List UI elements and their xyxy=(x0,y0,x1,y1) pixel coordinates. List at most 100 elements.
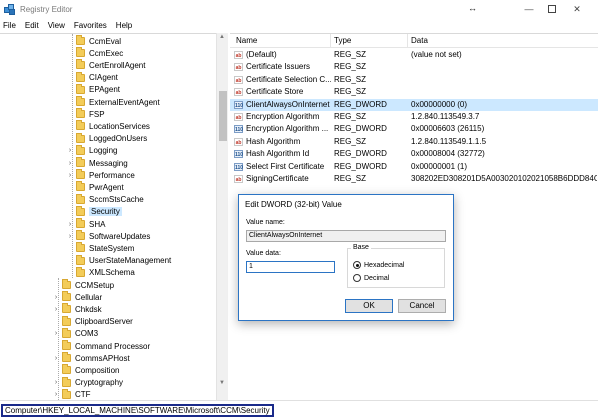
cancel-button[interactable]: Cancel xyxy=(398,299,446,313)
column-divider[interactable] xyxy=(330,34,331,48)
value-row[interactable]: 110 ClientAlwaysOnInternet REG_DWORD 0x0000… xyxy=(230,98,598,111)
tree-item[interactable]: › COM3 xyxy=(52,327,99,340)
tree-item[interactable]: ExternalEventAgent xyxy=(66,96,160,108)
decimal-radio[interactable]: Decimal xyxy=(353,274,389,282)
tree-item[interactable]: StateSystem xyxy=(66,242,134,254)
value-row[interactable]: ab Certificate Selection C... REG_SZ xyxy=(230,74,598,86)
value-row[interactable]: ab SigningCertificate REG_SZ 308202ED308201… xyxy=(230,173,598,185)
ok-button[interactable]: OK xyxy=(345,299,393,313)
expand-chevron-icon[interactable]: › xyxy=(52,306,60,313)
scroll-down-icon[interactable]: ▼ xyxy=(219,380,225,386)
tree-item[interactable]: › Messaging xyxy=(66,157,128,169)
hexadecimal-radio[interactable]: Hexadecimal xyxy=(353,261,404,269)
value-name: Select First Certificate xyxy=(246,161,325,171)
menu-edit[interactable]: Edit xyxy=(25,21,39,30)
tree-item[interactable]: CCMSetup xyxy=(52,279,114,291)
expand-chevron-icon[interactable]: › xyxy=(66,160,74,167)
expand-chevron-icon[interactable]: › xyxy=(52,379,60,386)
tree-item[interactable]: › Chkdsk xyxy=(52,303,102,315)
tree-item[interactable]: ClipboardServer xyxy=(52,315,133,328)
tree-item[interactable]: › Cryptography xyxy=(52,376,123,389)
folder-icon xyxy=(76,144,85,155)
expand-chevron-icon[interactable]: › xyxy=(52,330,60,337)
tree-item[interactable]: FSP xyxy=(66,108,105,120)
menu-favorites[interactable]: Favorites xyxy=(74,21,107,30)
tree-item[interactable]: SccmStsCache xyxy=(66,193,144,206)
tree-item[interactable]: XMLSchema xyxy=(66,266,135,279)
value-row[interactable]: ab Certificate Store REG_SZ xyxy=(230,86,598,98)
column-header-type[interactable]: Type xyxy=(334,36,351,45)
value-type: REG_SZ xyxy=(334,136,367,146)
tree-item[interactable]: › Cellular xyxy=(52,291,102,303)
menu-view[interactable]: View xyxy=(48,21,65,30)
folder-icon xyxy=(76,230,85,241)
column-divider[interactable] xyxy=(407,34,408,48)
tree-item[interactable]: CcmExec xyxy=(66,47,123,59)
tree-item[interactable]: EPAgent xyxy=(66,83,120,96)
value-row[interactable]: ab Encryption Algorithm REG_SZ 1.2.840.1135… xyxy=(230,111,598,123)
value-row[interactable]: ab Hash Algorithm REG_SZ 1.2.840.113549.1.1… xyxy=(230,136,598,148)
tree-item[interactable]: › CTF xyxy=(52,388,91,400)
value-data-field[interactable]: 1 xyxy=(246,261,335,273)
menu-file[interactable]: File xyxy=(3,21,16,30)
column-header-name[interactable]: Name xyxy=(236,36,257,45)
expand-chevron-icon[interactable]: › xyxy=(52,355,60,362)
tree-item-label: UserStateManagement xyxy=(89,256,172,266)
tree-item[interactable]: LoggedOnUsers xyxy=(66,132,147,145)
close-button[interactable]: ✕ xyxy=(566,0,588,18)
folder-icon xyxy=(76,59,85,70)
value-data-label: Value data: xyxy=(246,250,281,257)
value-name: Hash Algorithm xyxy=(246,136,301,146)
tree-item[interactable]: PwrAgent xyxy=(66,181,124,193)
value-row[interactable]: 110 Select First Certificate REG_DWORD 0x00… xyxy=(230,161,598,173)
tree-item-label: FSP xyxy=(89,109,105,119)
value-type: REG_SZ xyxy=(334,74,367,84)
value-row[interactable]: 110 Hash Algorithm Id REG_DWORD 0x00008004 … xyxy=(230,148,598,160)
tree-item[interactable]: Security xyxy=(66,205,122,218)
maximize-button[interactable] xyxy=(541,0,563,18)
value-type: REG_DWORD xyxy=(334,99,387,109)
tree-item[interactable]: UserStateManagement xyxy=(66,254,172,267)
tree-item[interactable]: Composition xyxy=(52,364,119,376)
value-data: 0x00000000 (0) xyxy=(411,99,468,109)
expand-chevron-icon[interactable]: › xyxy=(52,391,60,398)
value-row[interactable]: 110 Encryption Algorithm ... REG_DWORD 0x00… xyxy=(230,123,598,135)
string-value-icon: ab xyxy=(234,88,243,97)
registry-tree[interactable]: CcmEval CcmExec CertEnrollAgent CIAgent EPAg… xyxy=(0,33,228,400)
expand-chevron-icon[interactable]: › xyxy=(66,233,74,240)
scroll-thumb[interactable] xyxy=(219,91,227,141)
tree-item-label: CIAgent xyxy=(89,73,118,83)
tree-item[interactable]: › SHA xyxy=(66,218,105,230)
expand-chevron-icon[interactable]: › xyxy=(66,172,74,179)
edit-dword-dialog: Edit DWORD (32-bit) Value Value name: Cl… xyxy=(238,194,454,321)
tree-item[interactable]: › Logging xyxy=(66,144,117,157)
minimize-button[interactable]: — xyxy=(518,0,540,18)
folder-icon xyxy=(76,132,85,143)
tree-item[interactable]: CertEnrollAgent xyxy=(66,59,145,71)
value-row[interactable]: ab Certificate Issuers REG_SZ xyxy=(230,61,598,73)
column-header-data[interactable]: Data xyxy=(411,36,428,45)
value-name: (Default) xyxy=(246,50,277,59)
value-row[interactable]: ab (Default) REG_SZ (value not set) xyxy=(230,49,598,61)
tree-item[interactable]: CcmEval xyxy=(66,35,121,47)
tree-item[interactable]: › Performance xyxy=(66,169,135,181)
menu-help[interactable]: Help xyxy=(116,21,132,30)
tree-item[interactable]: Command Processor xyxy=(52,340,150,352)
value-name: SigningCertificate xyxy=(246,174,309,183)
registry-path[interactable]: Computer\HKEY_LOCAL_MACHINE\SOFTWARE\Mic… xyxy=(1,404,274,417)
folder-icon xyxy=(62,291,71,302)
tree-item[interactable]: LocationServices xyxy=(66,120,150,132)
tree-item[interactable]: CIAgent xyxy=(66,71,118,84)
tree-item[interactable]: › CommsAPHost xyxy=(52,352,130,364)
tree-item-label: Messaging xyxy=(89,158,128,168)
expand-chevron-icon[interactable]: › xyxy=(66,221,74,228)
expand-chevron-icon[interactable]: › xyxy=(52,294,60,301)
value-data: (value not set) xyxy=(411,50,462,59)
value-name-field[interactable]: ClientAlwaysOnInternet xyxy=(246,230,446,242)
tree-scrollbar[interactable]: ▲ ▼ xyxy=(216,33,228,400)
expand-chevron-icon[interactable]: › xyxy=(66,147,74,154)
binary-value-icon: 110 xyxy=(234,162,244,171)
tree-item[interactable]: › SoftwareUpdates xyxy=(66,230,150,242)
tree-item-label: COM3 xyxy=(75,329,99,339)
scroll-up-icon[interactable]: ▲ xyxy=(219,34,225,40)
